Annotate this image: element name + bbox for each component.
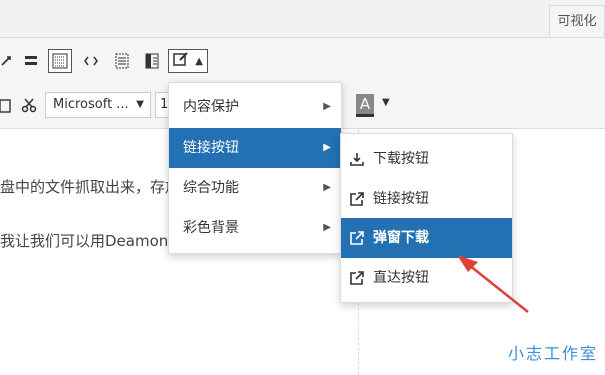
annotation-arrow-icon: [457, 255, 529, 313]
watermark-logo: 小志工作室: [508, 344, 599, 363]
